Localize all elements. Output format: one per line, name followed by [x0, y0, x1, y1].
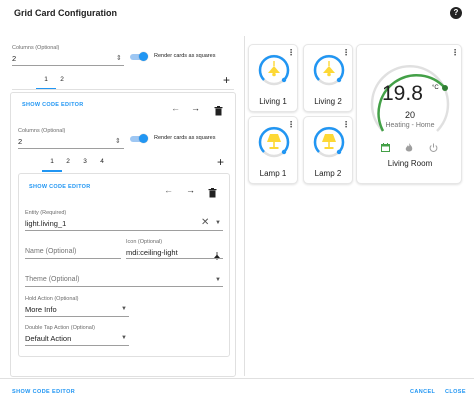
tab-nested-3[interactable]: 3: [78, 158, 92, 165]
light-card[interactable]: ⋮ Living 2: [303, 44, 353, 112]
delete-icon[interactable]: [208, 185, 217, 203]
lamp-icon: [322, 134, 336, 149]
thermostat-name: Living Room: [387, 159, 433, 168]
hold-action-label: Hold Action (Optional): [25, 296, 79, 302]
light-card-name: Living 1: [259, 97, 287, 106]
arrow-left-icon[interactable]: ←: [164, 185, 173, 195]
dropdown-arrow-icon[interactable]: ▼: [215, 220, 221, 226]
power-icon[interactable]: [429, 143, 438, 152]
double-tap-underline: [25, 345, 129, 346]
delete-icon[interactable]: [214, 103, 223, 121]
light-card[interactable]: ⋮ Living 1: [248, 44, 298, 112]
arrow-right-icon[interactable]: →: [186, 185, 195, 195]
show-code-editor-button[interactable]: SHOW CODE EDITOR: [29, 184, 91, 190]
tabs-divider: [12, 89, 234, 90]
entity-label: Entity (Required): [25, 210, 67, 216]
tab-nested-4[interactable]: 4: [95, 158, 109, 165]
hold-action-select[interactable]: More Info: [25, 305, 57, 314]
light-card-name: Living 2: [314, 97, 342, 106]
entity-input[interactable]: light.living_1: [25, 219, 66, 228]
footer-divider: [0, 378, 474, 379]
nested-render-squares-toggle-knob[interactable]: [139, 134, 148, 143]
columns-underline: [12, 65, 124, 66]
editor-preview-divider: [244, 36, 245, 376]
help-icon[interactable]: ?: [450, 7, 462, 19]
ceiling-light-icon: [268, 61, 280, 77]
arrow-right-icon[interactable]: →: [191, 103, 200, 113]
number-stepper-icon[interactable]: ⇕: [115, 137, 121, 145]
schedule-mode-icon[interactable]: [381, 143, 390, 152]
add-card-button[interactable]: +: [223, 74, 230, 86]
double-tap-select[interactable]: Default Action: [25, 334, 71, 343]
show-code-editor-button[interactable]: SHOW CODE EDITOR: [22, 102, 84, 108]
tab-underline: [42, 170, 62, 172]
target-temperature: 20: [404, 110, 415, 120]
hvac-mode-text: Heating - Home: [385, 122, 435, 129]
theme-underline: [25, 286, 223, 287]
tab-card-2[interactable]: 2: [55, 76, 69, 83]
render-squares-toggle-knob[interactable]: [139, 52, 148, 61]
nested-columns-underline: [18, 148, 124, 149]
clear-icon[interactable]: ✕: [201, 218, 209, 228]
dialog-title: Grid Card Configuration: [14, 8, 117, 18]
current-temperature: 19.8: [382, 82, 423, 105]
add-nested-card-button[interactable]: +: [217, 156, 224, 168]
columns-input[interactable]: 2: [12, 54, 16, 63]
number-stepper-icon[interactable]: ⇕: [116, 54, 122, 62]
entity-underline: [25, 230, 223, 231]
icon-input[interactable]: mdi:ceiling-light: [126, 248, 178, 257]
tab-nested-1[interactable]: 1: [45, 158, 59, 165]
ceiling-light-icon: [323, 61, 335, 77]
arrow-left-icon[interactable]: ←: [171, 103, 180, 113]
ceiling-light-icon: [213, 247, 221, 265]
light-card[interactable]: ⋮ Lamp 2: [303, 116, 353, 184]
render-squares-label: Render cards as squares: [154, 53, 216, 59]
tab-card-1[interactable]: 1: [39, 76, 53, 83]
light-card-name: Lamp 1: [259, 169, 287, 178]
flame-icon[interactable]: [405, 143, 413, 152]
icon-underline: [126, 258, 223, 259]
name-underline: [25, 258, 121, 259]
nested-columns-input[interactable]: 2: [18, 137, 22, 146]
hold-action-underline: [25, 316, 129, 317]
double-tap-label: Double Tap Action (Optional): [25, 325, 95, 331]
dropdown-arrow-icon[interactable]: ▼: [215, 277, 221, 283]
light-card-name: Lamp 2: [314, 169, 342, 178]
theme-select[interactable]: Theme (Optional): [25, 276, 79, 283]
lamp-icon: [267, 134, 281, 149]
dropdown-arrow-icon[interactable]: ▼: [121, 306, 127, 312]
light-card[interactable]: ⋮ Lamp 1: [248, 116, 298, 184]
close-button[interactable]: CLOSE: [445, 389, 466, 395]
columns-label: Columns (Optional): [12, 45, 60, 51]
nested-render-squares-label: Render cards as squares: [154, 135, 216, 141]
cancel-button[interactable]: CANCEL: [410, 389, 435, 395]
nested-columns-label: Columns (Optional): [18, 128, 66, 134]
show-code-editor-button[interactable]: SHOW CODE EDITOR: [12, 389, 75, 395]
more-options-icon[interactable]: ⋮: [451, 48, 459, 57]
tab-nested-2[interactable]: 2: [61, 158, 75, 165]
thermostat-card[interactable]: ⋮ 19.8 °C 20 Heating - Home Living Room: [356, 44, 462, 184]
icon-label: Icon (Optional): [126, 239, 163, 245]
temperature-unit: °C: [432, 85, 439, 91]
dropdown-arrow-icon[interactable]: ▼: [121, 335, 127, 341]
name-input[interactable]: Name (Optional): [25, 248, 76, 255]
